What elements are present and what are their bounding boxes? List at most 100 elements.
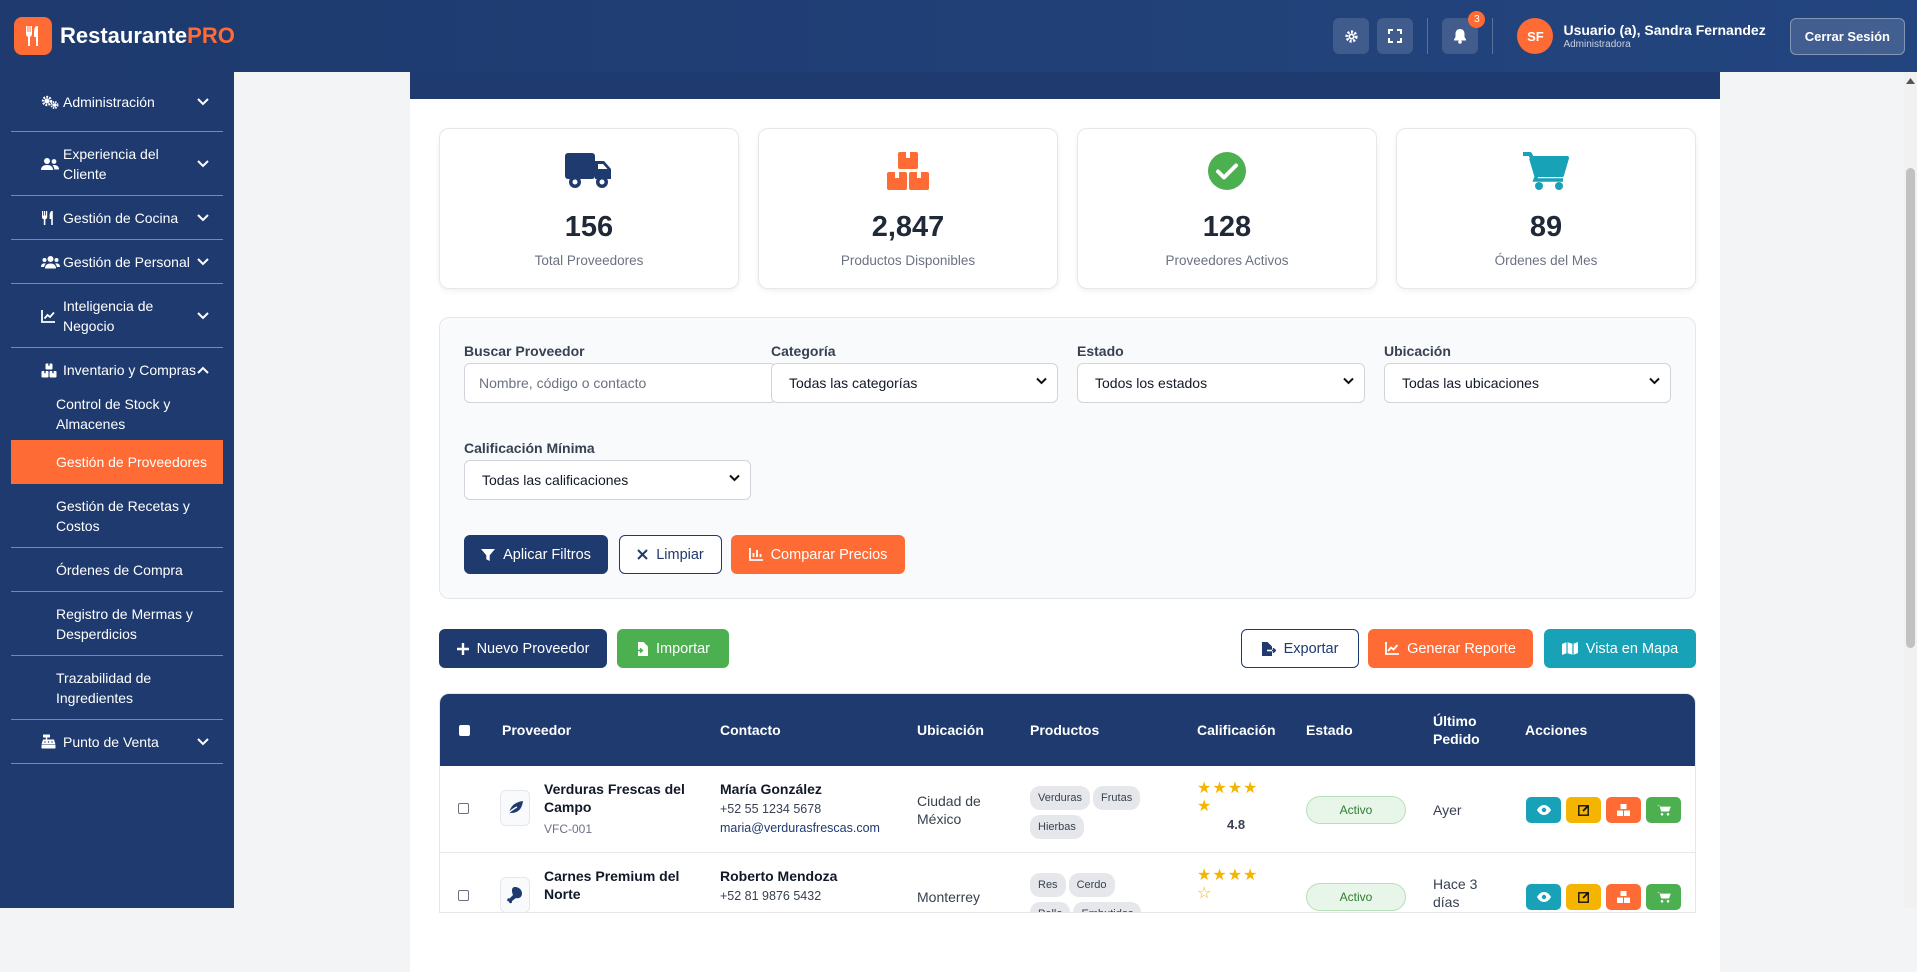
new-supplier-label: Nuevo Proveedor xyxy=(476,640,590,657)
new-supplier-button[interactable]: Nuevo Proveedor xyxy=(439,629,607,668)
stat-label: Órdenes del Mes xyxy=(1494,253,1598,268)
sidebar-item-cocina[interactable]: Gestión de Cocina xyxy=(11,196,223,240)
column-header[interactable]: Productos xyxy=(1030,694,1099,766)
chevron-down-icon xyxy=(197,311,209,319)
fullscreen-icon xyxy=(1388,29,1403,43)
star-rating: ★★★★☆ xyxy=(1197,867,1259,902)
location-select[interactable]: Todas las ubicaciones xyxy=(1384,363,1671,403)
rating-select[interactable]: Todas las calificaciones xyxy=(464,460,751,500)
sidebar-subitem-recetas[interactable]: Gestión de Recetas y Costos xyxy=(11,484,223,548)
clear-filters-button[interactable]: Limpiar xyxy=(619,535,722,574)
star-rating: ★★★★★ xyxy=(1197,780,1259,815)
category-select-value: Todas las categorías xyxy=(789,375,918,391)
cogs-icon xyxy=(41,95,59,109)
user-role: Administradora xyxy=(1563,39,1631,50)
status-select[interactable]: Todos los estados xyxy=(1077,363,1365,403)
products-button[interactable] xyxy=(1606,884,1641,910)
chevron-down-icon xyxy=(197,213,209,221)
sidebar-subitem-label: Gestión de Recetas y Costos xyxy=(56,497,190,534)
apply-filters-button[interactable]: Aplicar Filtros xyxy=(464,535,608,574)
users-icon xyxy=(41,157,59,170)
settings-icon xyxy=(1345,29,1358,43)
sidebar-subitem-stock[interactable]: Control de Stock y Almacenes xyxy=(11,392,223,436)
app-logo[interactable]: RestaurantePRO xyxy=(14,17,235,55)
edit-button[interactable] xyxy=(1566,884,1601,910)
sidebar-item-label: Experiencia del Cliente xyxy=(63,145,159,182)
stat-label: Proveedores Activos xyxy=(1165,253,1289,268)
table-row: Carnes Premium del Norte Roberto Mendoza… xyxy=(440,853,1695,912)
column-header[interactable]: Contacto xyxy=(720,694,781,766)
scroll-up-icon[interactable] xyxy=(1906,78,1915,84)
supplier-name[interactable]: Carnes Premium del Norte xyxy=(544,867,694,903)
stat-value: 89 xyxy=(1529,211,1563,243)
supplier-name[interactable]: Verduras Frescas del Campo xyxy=(544,780,694,816)
row-checkbox[interactable] xyxy=(458,803,469,814)
status-badge: Activo xyxy=(1306,883,1406,911)
sidebar-subitem-trazabilidad[interactable]: Trazabilidad de Ingredientes xyxy=(11,656,223,720)
export-label: Exportar xyxy=(1283,640,1339,657)
products-button[interactable] xyxy=(1606,797,1641,823)
sidebar-item-inventario[interactable]: Inventario y Compras xyxy=(11,348,223,392)
fullscreen-button[interactable] xyxy=(1377,18,1414,54)
sidebar-item-label: Gestión de Personal xyxy=(63,253,190,270)
scrollbar-thumb[interactable] xyxy=(1906,168,1915,648)
row-checkbox[interactable] xyxy=(458,890,469,901)
sidebar-subitem-mermas[interactable]: Registro de Mermas y Desperdicios xyxy=(11,592,223,656)
column-header[interactable]: Calificación xyxy=(1197,694,1276,766)
search-input[interactable]: Nombre, código o contacto xyxy=(464,363,776,403)
export-button[interactable]: Exportar xyxy=(1241,629,1359,668)
chevron-down-icon xyxy=(1649,377,1660,385)
clear-filters-label: Limpiar xyxy=(656,546,704,563)
view-button[interactable] xyxy=(1526,797,1561,823)
column-header[interactable]: Ubicación xyxy=(917,694,984,766)
user-name: Usuario (a), Sandra Fernandez xyxy=(1563,22,1766,38)
filter-icon xyxy=(481,548,496,561)
sidebar-item-inteligencia[interactable]: Inteligencia de Negocio xyxy=(11,284,223,348)
supplier-location: Monterrey xyxy=(917,889,981,905)
notification-badge: 3 xyxy=(1468,11,1486,28)
contact-email[interactable]: maria@verdurasfrescas.com xyxy=(720,819,910,837)
edit-button[interactable] xyxy=(1566,797,1601,823)
sidebar-item-administracion[interactable]: Administración xyxy=(11,72,223,132)
map-view-button[interactable]: Vista en Mapa xyxy=(1544,629,1696,668)
import-label: Importar xyxy=(656,640,710,657)
sidebar-subitem-proveedores[interactable]: Gestión de Proveedores xyxy=(11,440,223,484)
column-header[interactable]: Estado xyxy=(1306,694,1353,766)
cart-icon xyxy=(1656,892,1671,903)
chevron-down-icon xyxy=(729,474,740,482)
location-select-value: Todas las ubicaciones xyxy=(1402,375,1539,391)
select-all-checkbox[interactable] xyxy=(459,725,470,736)
notifications-button[interactable]: 3 xyxy=(1442,11,1486,54)
compare-prices-button[interactable]: Comparar Precios xyxy=(731,535,905,574)
brand-name: Restaurante xyxy=(60,23,188,48)
category-select[interactable]: Todas las categorías xyxy=(771,363,1058,403)
contact-name: Roberto Mendoza xyxy=(720,868,838,884)
supplier-location: Ciudad de México xyxy=(917,793,981,827)
settings-button[interactable] xyxy=(1333,18,1370,54)
user-info: Usuario (a), Sandra Fernandez Administra… xyxy=(1563,22,1765,50)
generate-report-button[interactable]: Generar Reporte xyxy=(1368,629,1533,668)
sidebar-subitem-ordenes[interactable]: Órdenes de Compra xyxy=(11,548,223,592)
boxes-icon xyxy=(887,152,929,190)
compare-prices-label: Comparar Precios xyxy=(770,546,888,563)
product-tag: Cerdo xyxy=(1068,873,1115,897)
order-button[interactable] xyxy=(1646,797,1681,823)
order-button[interactable] xyxy=(1646,884,1681,910)
location-label: Ubicación xyxy=(1384,343,1451,359)
import-button[interactable]: Importar xyxy=(617,629,729,668)
sidebar-item-experiencia[interactable]: Experiencia del Cliente xyxy=(11,132,223,196)
sidebar-item-punto-venta[interactable]: Punto de Venta xyxy=(11,720,223,764)
column-header[interactable]: Último Pedido xyxy=(1433,694,1493,766)
logout-button[interactable]: Cerrar Sesión xyxy=(1789,17,1905,55)
sidebar-item-personal[interactable]: Gestión de Personal xyxy=(11,240,223,284)
user-avatar[interactable]: SF xyxy=(1517,18,1554,54)
sidebar-item-label: Punto de Venta xyxy=(63,733,159,750)
table-row: Verduras Frescas del Campo VFC-001 María… xyxy=(440,766,1695,853)
column-header[interactable]: Proveedor xyxy=(502,694,571,766)
cart-icon xyxy=(1656,805,1671,816)
view-button[interactable] xyxy=(1526,884,1561,910)
top-bar: RestaurantePRO 3 SF Usuario (a), Sandra … xyxy=(0,0,1917,72)
cart-icon xyxy=(1523,152,1569,190)
boxes-icon xyxy=(1617,804,1630,816)
cash-register-icon xyxy=(41,734,56,749)
